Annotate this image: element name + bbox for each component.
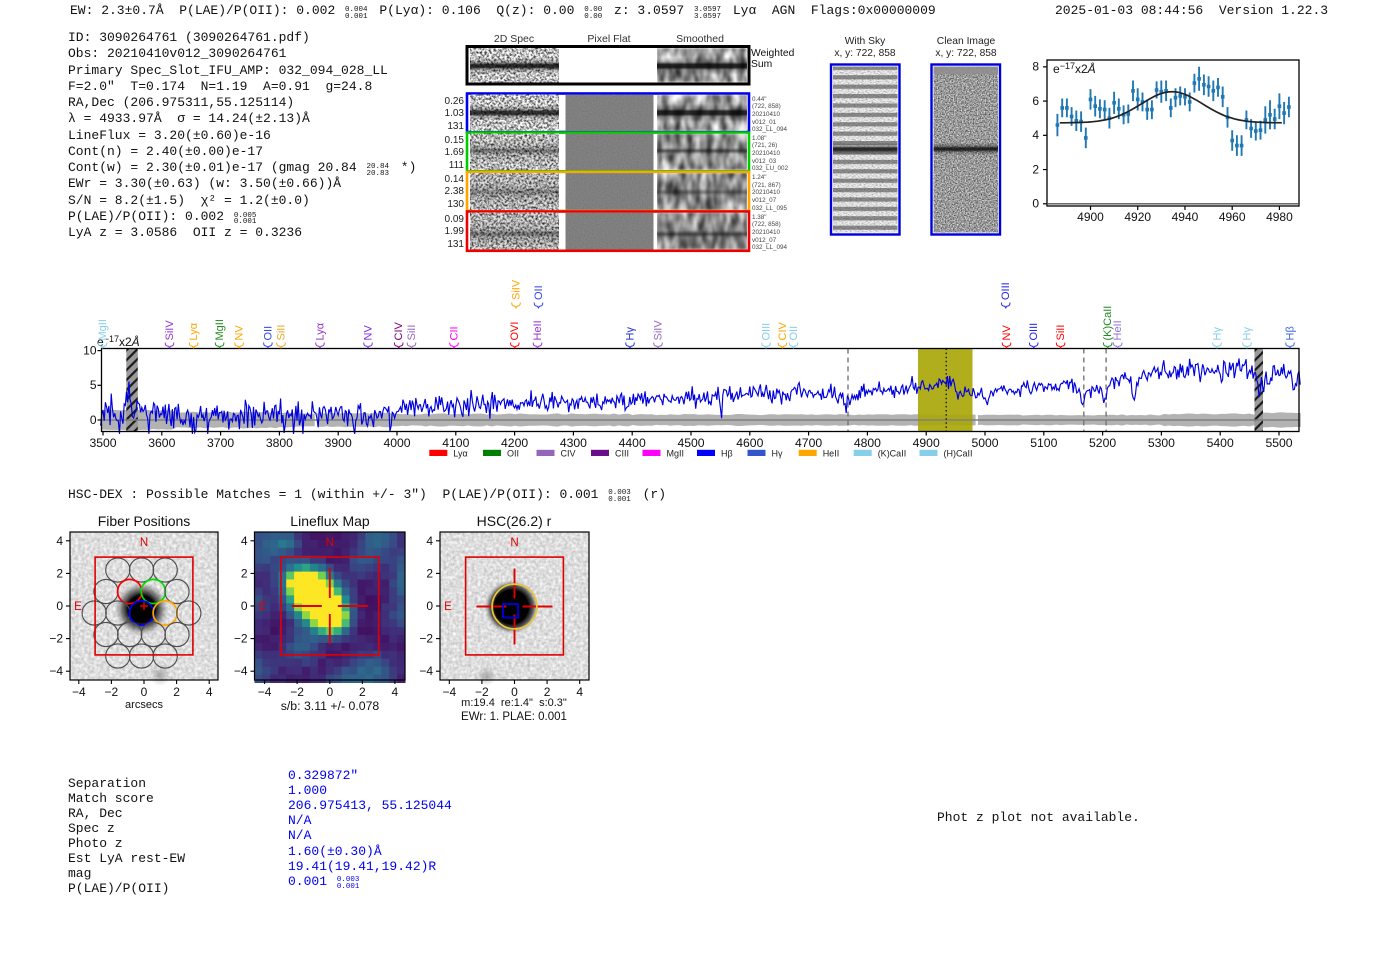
svg-text:−2: −2: [234, 632, 248, 646]
svg-text:E: E: [74, 601, 82, 613]
svg-text:E: E: [259, 601, 267, 613]
svg-text:0: 0: [326, 685, 333, 699]
svg-text:−4: −4: [442, 685, 456, 699]
svg-text:−4: −4: [234, 664, 248, 678]
svg-text:N: N: [326, 537, 334, 549]
svg-text:4: 4: [426, 534, 433, 548]
svg-text:4: 4: [56, 534, 63, 548]
svg-text:N: N: [510, 537, 518, 549]
svg-text:4: 4: [392, 685, 399, 699]
svg-text:0: 0: [141, 685, 148, 699]
svg-text:N: N: [140, 537, 148, 549]
svg-text:2: 2: [56, 566, 63, 580]
svg-text:0: 0: [56, 599, 63, 613]
svg-text:−2: −2: [290, 685, 304, 699]
svg-text:−4: −4: [258, 685, 272, 699]
svg-text:0: 0: [426, 599, 433, 613]
svg-text:2: 2: [241, 566, 248, 580]
svg-text:−2: −2: [105, 685, 119, 699]
svg-text:2: 2: [359, 685, 366, 699]
svg-text:4: 4: [576, 685, 583, 699]
svg-text:2: 2: [426, 566, 433, 580]
svg-text:2: 2: [173, 685, 180, 699]
svg-text:4: 4: [241, 534, 248, 548]
svg-text:−4: −4: [419, 664, 433, 678]
svg-text:4: 4: [206, 685, 213, 699]
svg-text:−4: −4: [72, 685, 86, 699]
svg-text:−2: −2: [49, 632, 63, 646]
svg-text:−2: −2: [419, 632, 433, 646]
svg-text:−4: −4: [49, 664, 63, 678]
svg-text:E: E: [444, 601, 452, 613]
svg-text:0: 0: [241, 599, 248, 613]
